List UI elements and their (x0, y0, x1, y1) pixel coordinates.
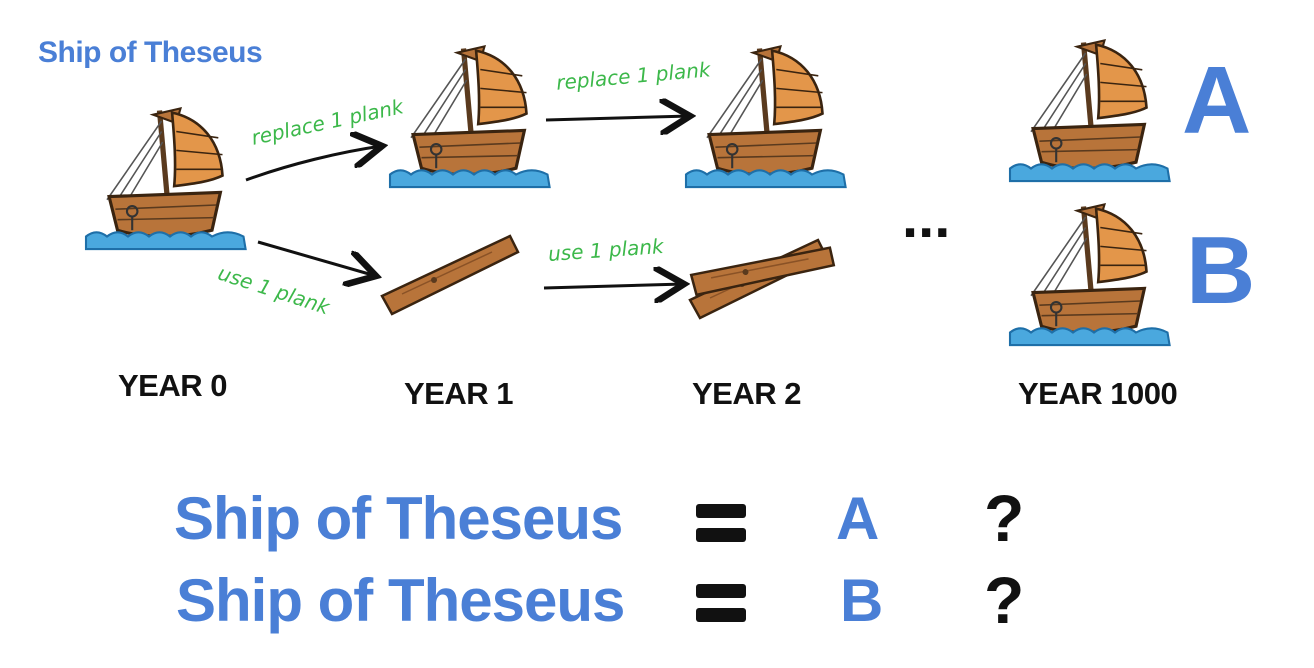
equation-1-question: ? (984, 481, 1025, 555)
ship-b (1010, 204, 1170, 345)
equation-2-equals-bottom (696, 608, 746, 622)
ship-year-1 (390, 46, 550, 187)
arrow-replace-1 (245, 146, 382, 182)
equation-1-equals-top (696, 504, 746, 518)
corner-title: Ship of Theseus (38, 36, 263, 69)
arrow-use-1 (257, 240, 376, 276)
ship-year-0 (86, 108, 246, 249)
equation-1-subject: Ship of Theseus (174, 485, 623, 552)
year-1-label: YEAR 1 (404, 376, 513, 411)
year-0-label: YEAR 0 (118, 368, 227, 403)
plank-year-1 (380, 234, 520, 316)
equation-1-equals-bottom (696, 528, 746, 542)
equation-1-result: A (836, 485, 879, 552)
arrow-replace-2 (545, 116, 690, 120)
label-b: B (1186, 217, 1256, 324)
label-a: A (1182, 47, 1252, 154)
ship-a (1010, 40, 1170, 181)
ellipsis: ... (902, 185, 951, 250)
year-2-label: YEAR 2 (692, 376, 801, 411)
equation-2-equals-top (696, 584, 746, 598)
arrow-use-2 (543, 284, 684, 288)
equation-2-subject: Ship of Theseus (176, 567, 625, 634)
equation-2-result: B (840, 567, 883, 634)
year-1000-label: YEAR 1000 (1018, 376, 1178, 411)
equation-2-question: ? (984, 563, 1025, 637)
